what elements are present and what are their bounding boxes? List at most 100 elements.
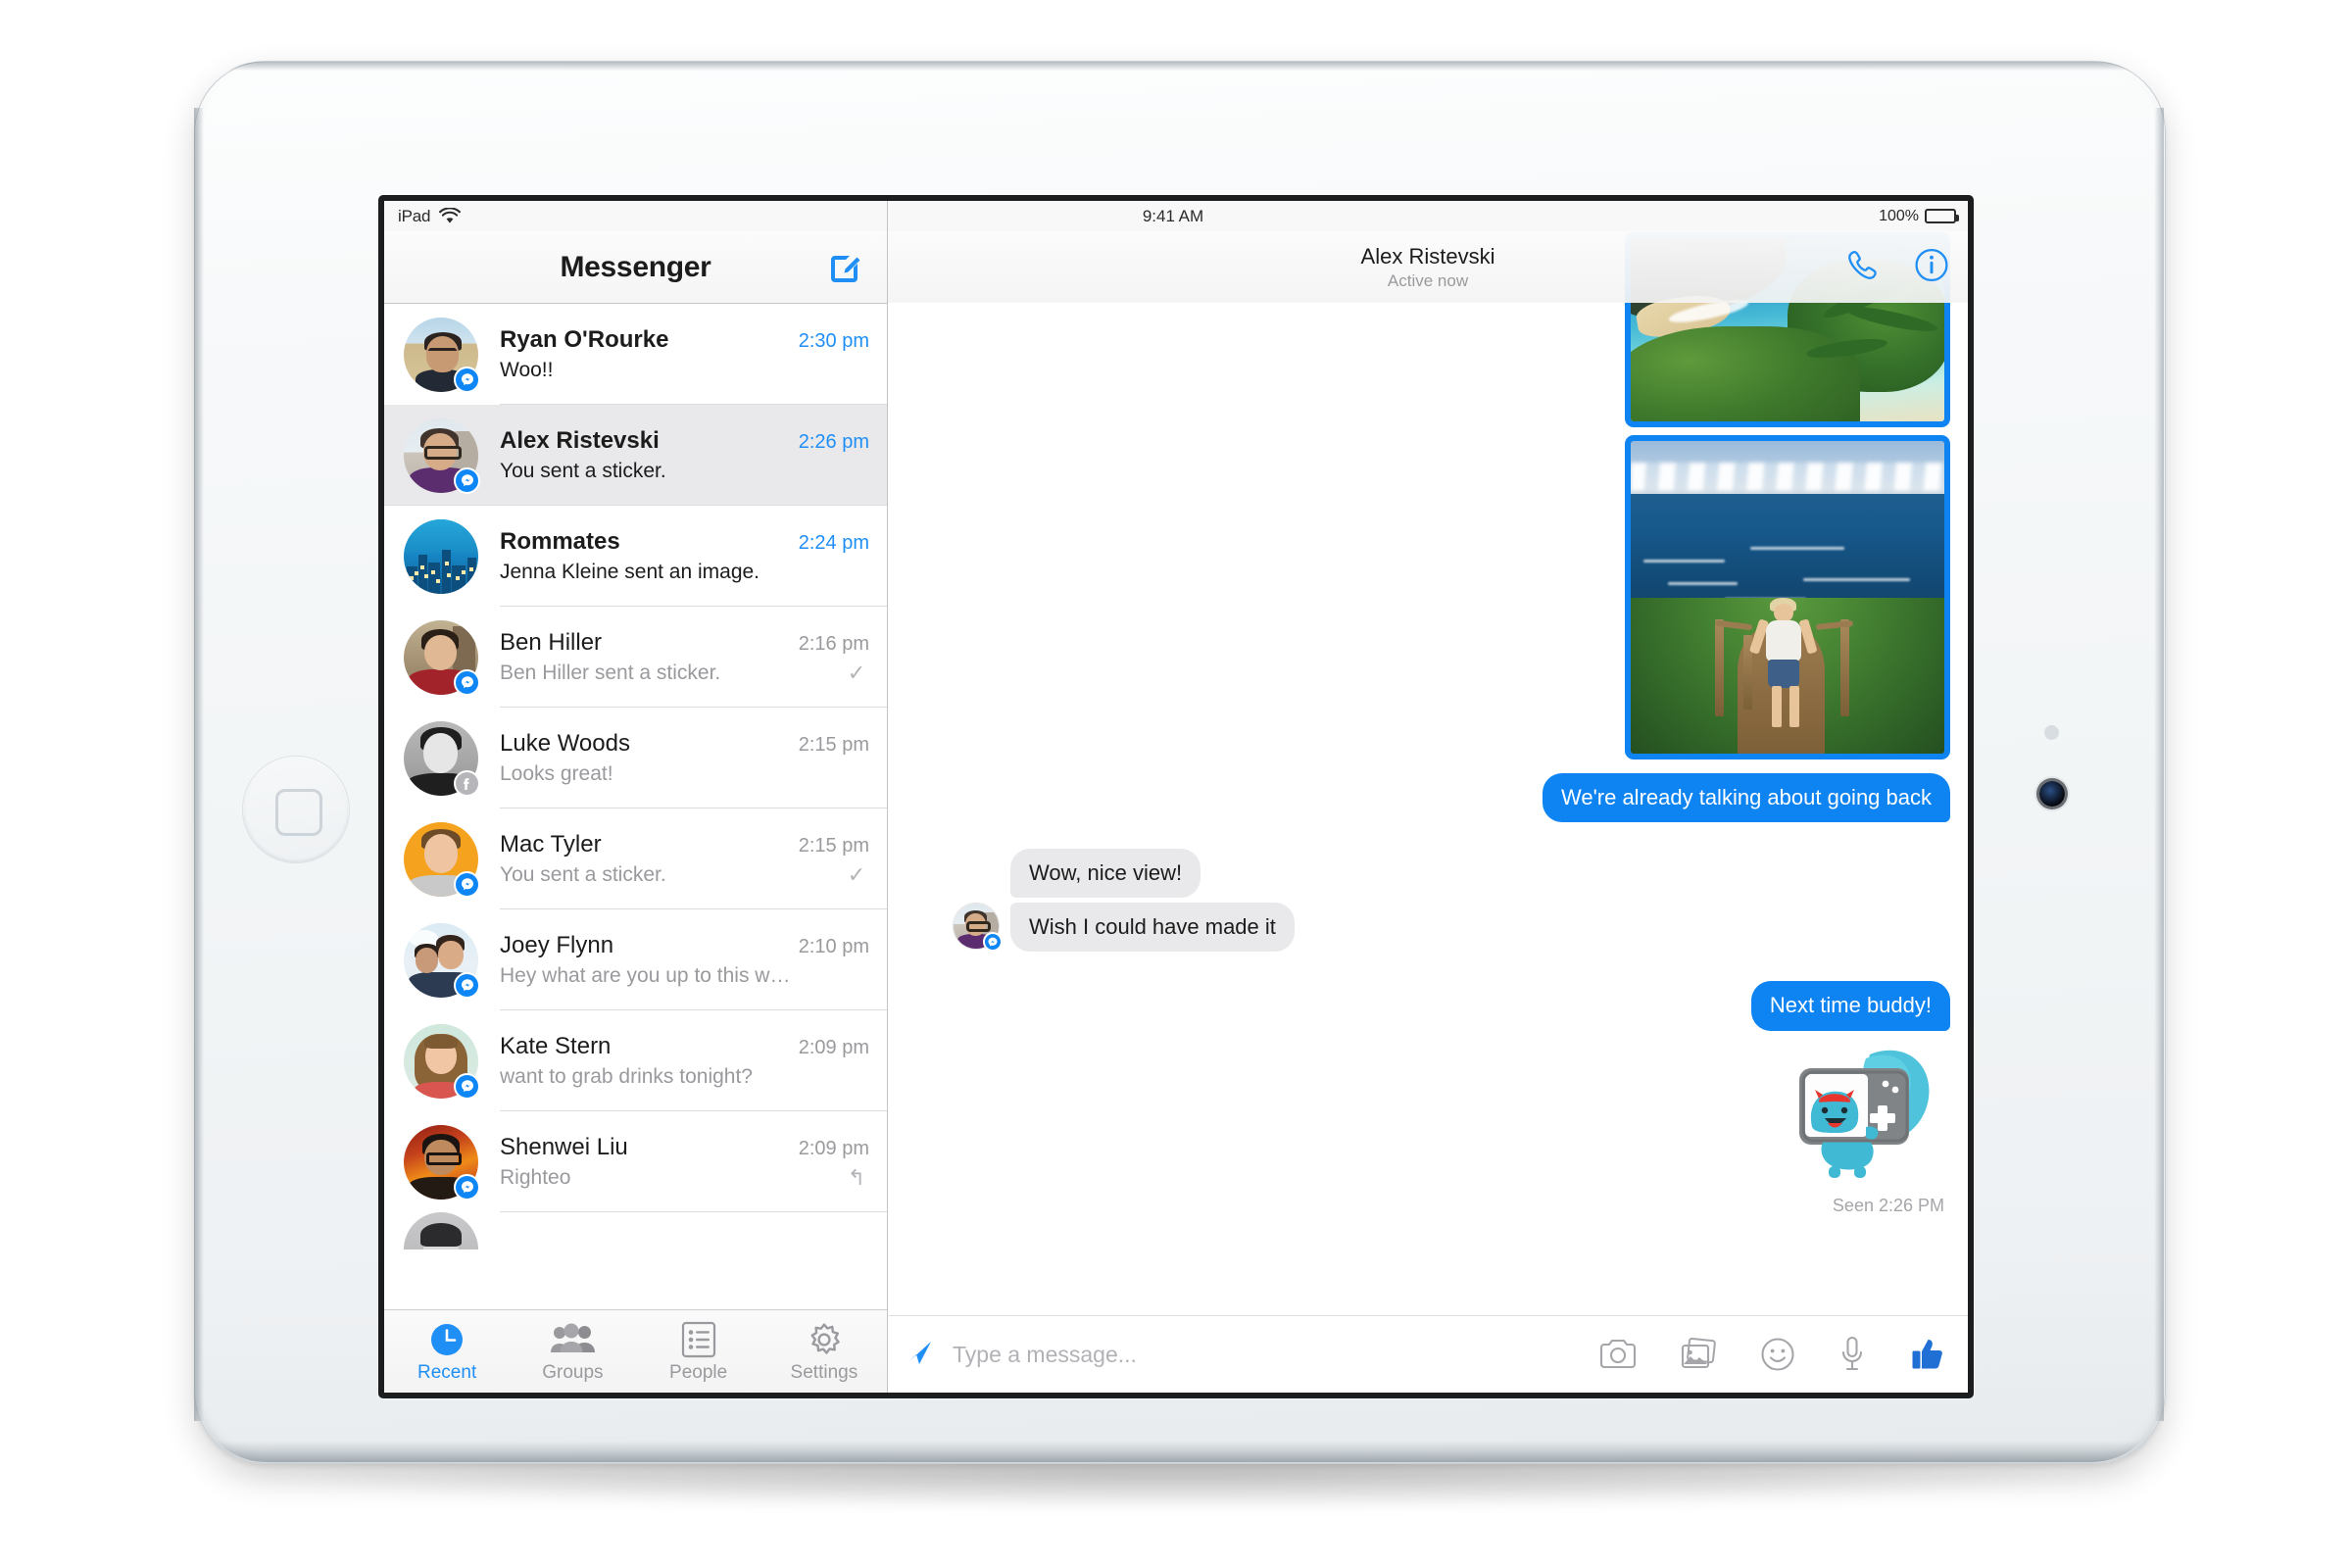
info-icon[interactable] xyxy=(1913,246,1950,288)
voice-button[interactable] xyxy=(1838,1336,1866,1373)
conversation-status-icon: ✓ xyxy=(847,661,866,685)
ambient-light-sensor xyxy=(2044,725,2059,740)
messenger-badge-icon xyxy=(454,971,480,999)
tab-label: Groups xyxy=(542,1361,604,1383)
conversation-name: Mac Tyler xyxy=(500,831,602,858)
sticker-monster-gameboy[interactable] xyxy=(1776,1045,1950,1192)
message-list[interactable]: We're already talking about going back W… xyxy=(888,231,1968,1315)
send-arrow-icon[interactable] xyxy=(906,1338,935,1372)
conversation-text: Rommates 2:24 pm Jenna Kleine sent an im… xyxy=(500,528,869,584)
avatar xyxy=(404,317,480,393)
message-input[interactable]: Type a message... xyxy=(953,1342,1137,1368)
conversation-row-rommates[interactable]: Rommates 2:24 pm Jenna Kleine sent an im… xyxy=(384,506,887,607)
avatar xyxy=(953,903,1003,953)
compose-icon[interactable] xyxy=(826,248,865,287)
message-row-sticker xyxy=(909,1045,1950,1192)
conversation-time: 2:10 pm xyxy=(798,936,869,957)
messenger-badge-icon xyxy=(454,1173,480,1200)
gear-icon xyxy=(805,1320,844,1359)
conversation-row-shenwei-liu[interactable]: Shenwei Liu 2:09 pm Righteo ↰ xyxy=(384,1111,887,1212)
conversation-snippet: Woo!! xyxy=(500,359,554,381)
front-camera xyxy=(2039,781,2065,807)
tab-label: Settings xyxy=(790,1361,858,1383)
message-bubble-outgoing[interactable]: Next time buddy! xyxy=(1750,981,1950,1031)
conversation-row-luke-woods[interactable]: Luke Woods 2:15 pm Looks great! xyxy=(384,708,887,808)
conversation-row-alex-ristevski[interactable]: Alex Ristevski 2:26 pm You sent a sticke… xyxy=(384,405,887,506)
photo-message-bubble[interactable] xyxy=(1625,435,1950,760)
tab-settings[interactable]: Settings xyxy=(761,1320,887,1384)
conversation-time: 2:15 pm xyxy=(798,734,869,756)
battery-indicator: 100% xyxy=(1879,207,1959,225)
conversation-text: Mac Tyler 2:15 pm You sent a sticker. ✓ xyxy=(500,831,869,887)
conversation-name: Rommates xyxy=(500,528,620,555)
tab-recent[interactable]: Recent xyxy=(384,1320,510,1384)
avatar xyxy=(404,1124,480,1200)
message-row-incoming-1: Wow, nice view! xyxy=(909,849,1968,899)
clock-icon xyxy=(428,1320,466,1359)
conversation-name: Shenwei Liu xyxy=(500,1134,628,1160)
composer-actions xyxy=(1599,1336,1946,1373)
message-row-outgoing-1: We're already talking about going back xyxy=(909,773,1950,823)
thread-pane: 9:41 AM 100% Alex Ristevski Active now W… xyxy=(888,201,1968,1393)
conversation-text: Shenwei Liu 2:09 pm Righteo ↰ xyxy=(500,1134,869,1190)
message-bubble-incoming[interactable]: Wow, nice view! xyxy=(1010,849,1201,899)
thread-navbar: Alex Ristevski Active now xyxy=(888,231,1968,303)
tab-label: Recent xyxy=(417,1361,477,1383)
conversation-row-partial[interactable] xyxy=(384,1212,887,1250)
camera-button[interactable] xyxy=(1599,1339,1637,1370)
composer-input-area[interactable]: Type a message... xyxy=(906,1338,1582,1372)
messenger-badge-icon xyxy=(454,870,480,898)
phone-icon[interactable] xyxy=(1844,246,1882,288)
messenger-badge-icon xyxy=(454,1072,480,1100)
seen-receipt-label: Seen 2:26 PM xyxy=(1832,1195,1944,1215)
tab-people[interactable]: People xyxy=(636,1320,761,1384)
message-bubble-outgoing[interactable]: We're already talking about going back xyxy=(1542,773,1950,823)
conversation-text: Luke Woods 2:15 pm Looks great! xyxy=(500,730,869,786)
photo-coastal-trail xyxy=(1631,441,1944,754)
conversation-name: Joey Flynn xyxy=(500,932,614,958)
avatar xyxy=(404,1023,480,1100)
avatar xyxy=(404,821,480,898)
conversation-row-ryan-orourke[interactable]: Ryan O'Rourke 2:30 pm Woo!! xyxy=(384,304,887,405)
wifi-icon xyxy=(439,208,462,224)
message-row-outgoing-2: Next time buddy! xyxy=(909,981,1950,1031)
messenger-badge-icon xyxy=(454,366,480,393)
conversation-status-icon: ✓ xyxy=(847,862,866,887)
facebook-badge-icon xyxy=(454,769,480,797)
status-bar-left: iPad xyxy=(384,201,887,231)
messenger-badge-icon xyxy=(454,668,480,696)
conversation-snippet: Hey what are you up to this w… xyxy=(500,964,791,987)
message-row-incoming-2: Wish I could have made it xyxy=(909,903,1968,953)
avatar xyxy=(404,922,480,999)
conversation-name: Ryan O'Rourke xyxy=(500,326,669,353)
avatar xyxy=(404,518,478,594)
conversation-list[interactable]: Ryan O'Rourke 2:30 pm Woo!! Alex Ristevs… xyxy=(384,304,887,1309)
conversation-time: 2:16 pm xyxy=(798,633,869,655)
messenger-badge-icon xyxy=(983,932,1003,953)
message-bubble-incoming[interactable]: Wish I could have made it xyxy=(1010,903,1295,953)
battery-percent-label: 100% xyxy=(1879,207,1919,224)
conversation-time: 2:24 pm xyxy=(798,532,869,554)
conversation-row-joey-flynn[interactable]: Joey Flynn 2:10 pm Hey what are you up t… xyxy=(384,909,887,1010)
status-bar-device-label: iPad xyxy=(398,206,431,225)
photos-button[interactable] xyxy=(1680,1338,1717,1371)
thread-title[interactable]: Alex Ristevski Active now xyxy=(1361,244,1495,291)
conversation-row-kate-stern[interactable]: Kate Stern 2:09 pm want to grab drinks t… xyxy=(384,1010,887,1111)
conversation-snippet: Ben Hiller sent a sticker. xyxy=(500,662,721,684)
page-title: Messenger xyxy=(560,250,711,283)
tab-bar: Recent Groups People Settings xyxy=(384,1309,887,1393)
thread-presence: Active now xyxy=(1387,270,1469,290)
message-row-photo-2 xyxy=(909,435,1950,760)
tab-groups[interactable]: Groups xyxy=(510,1320,635,1384)
conversations-navbar: Messenger xyxy=(384,231,887,304)
seen-receipt: Seen 2:26 PM xyxy=(909,1196,1950,1216)
thread-contact-name: Alex Ristevski xyxy=(1360,243,1495,269)
conversation-time: 2:30 pm xyxy=(798,330,869,352)
conversation-snippet: want to grab drinks tonight? xyxy=(500,1065,753,1088)
conversation-row-mac-tyler[interactable]: Mac Tyler 2:15 pm You sent a sticker. ✓ xyxy=(384,808,887,909)
stickers-button[interactable] xyxy=(1760,1337,1795,1372)
home-button[interactable] xyxy=(243,757,349,862)
like-button[interactable] xyxy=(1909,1336,1946,1373)
conversation-row-ben-hiller[interactable]: Ben Hiller 2:16 pm Ben Hiller sent a sti… xyxy=(384,607,887,708)
conversation-time: 2:09 pm xyxy=(798,1037,869,1058)
